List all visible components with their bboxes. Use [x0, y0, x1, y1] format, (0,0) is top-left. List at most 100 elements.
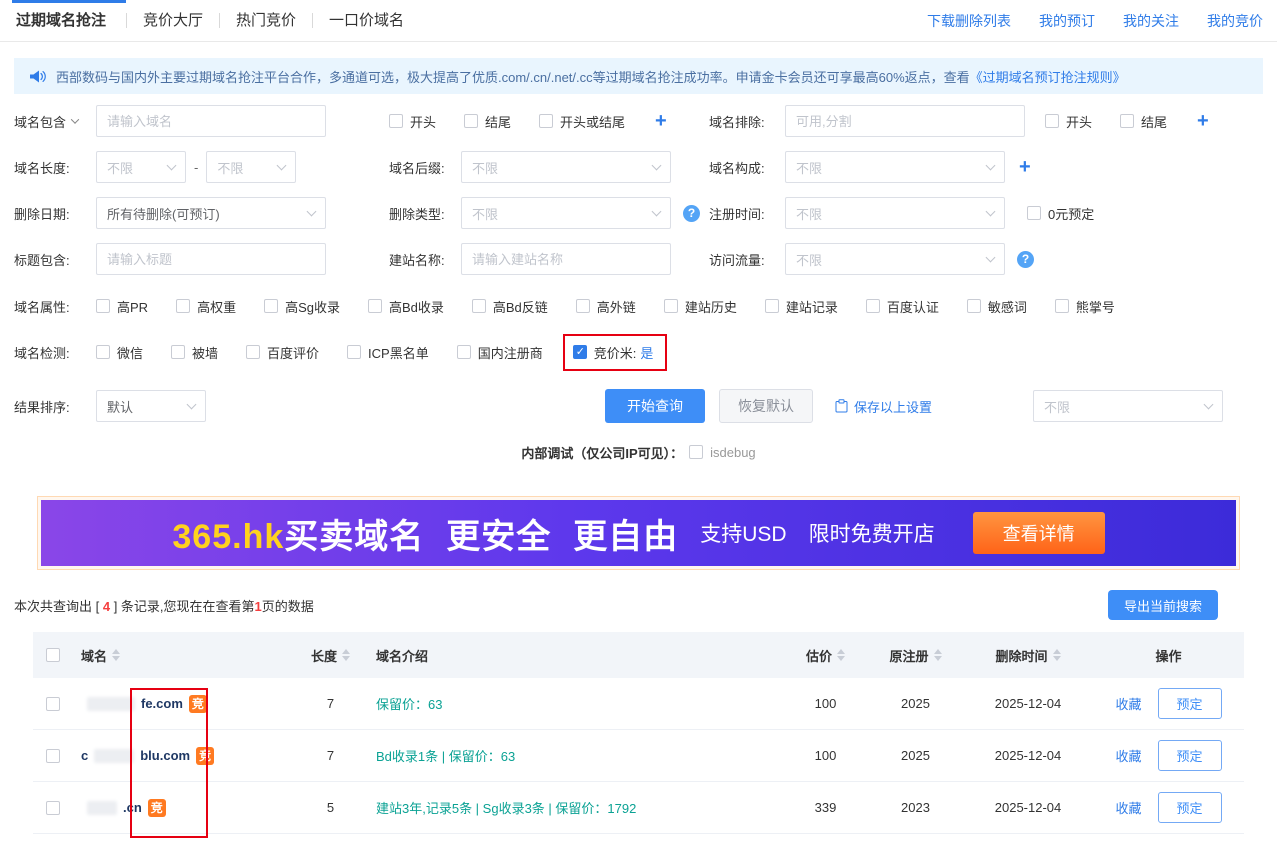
domain-contain-input[interactable]	[96, 105, 326, 137]
filter-row-detect: 域名检测: 微信 被墙 百度评价 ICP黑名单 国内注册商 竞价米: 是	[14, 326, 1263, 378]
checkbox-box	[368, 299, 382, 313]
select-all-checkbox[interactable]	[46, 648, 60, 662]
domain-cell[interactable]: .cn 竞	[73, 799, 293, 817]
search-button[interactable]: 开始查询	[605, 389, 705, 423]
notice-rules-link[interactable]: 《过期域名预订抢注规则》	[970, 67, 1126, 86]
checkbox-blocked[interactable]: 被墙	[171, 343, 218, 362]
add-compose-condition-icon[interactable]	[1019, 157, 1031, 177]
reset-button[interactable]: 恢复默认	[719, 389, 813, 423]
reg-time-select[interactable]: 不限	[785, 197, 1005, 229]
sort-icon[interactable]	[837, 649, 845, 661]
price-cell: 100	[783, 696, 868, 711]
favorite-link[interactable]: 收藏	[1115, 694, 1141, 713]
actions-cell: 收藏 预定	[1093, 740, 1244, 771]
checkbox-high-extlink[interactable]: 高外链	[576, 297, 636, 316]
domain-cell[interactable]: fe.com 竞	[73, 695, 293, 713]
actions-cell: 收藏 预定	[1093, 792, 1244, 823]
checkbox-isdebug[interactable]: isdebug	[689, 445, 756, 460]
checkbox-label: 高Sg收录	[285, 297, 340, 316]
traffic-select[interactable]: 不限	[785, 243, 1005, 275]
summary-count: 4	[103, 599, 110, 614]
save-settings-link[interactable]: 保存以上设置	[835, 397, 932, 416]
checkbox-high-sg-index[interactable]: 高Sg收录	[264, 297, 340, 316]
checkbox-sensitive-word[interactable]: 敏感词	[967, 297, 1027, 316]
sort-icon[interactable]	[1053, 649, 1061, 661]
checkbox-zero-yuan-reserve[interactable]: 0元预定	[1027, 204, 1094, 223]
delete-type-help-icon[interactable]	[683, 205, 700, 222]
reserve-button[interactable]: 预定	[1158, 792, 1222, 823]
checkbox-baidu-verified[interactable]: 百度认证	[866, 297, 939, 316]
add-contain-condition-icon[interactable]	[655, 111, 667, 131]
suffix-select[interactable]: 不限	[461, 151, 671, 183]
checkbox-label: 开头	[410, 112, 436, 131]
domain-cell[interactable]: c blu.com 竞	[73, 747, 293, 765]
header-length[interactable]: 长度	[293, 646, 368, 665]
delete-type-select[interactable]: 不限	[461, 197, 671, 229]
header-registered[interactable]: 原注册	[868, 646, 963, 665]
checkbox-domestic-registrar[interactable]: 国内注册商	[457, 343, 543, 362]
tab-buy-now-domains[interactable]: 一口价域名	[313, 0, 420, 42]
reserve-button[interactable]: 预定	[1158, 688, 1222, 719]
checkbox-high-bd-backlink[interactable]: 高Bd反链	[472, 297, 548, 316]
checkbox-exclude-starts[interactable]: 开头	[1045, 112, 1092, 131]
header-delete-time[interactable]: 删除时间	[963, 646, 1093, 665]
checkbox-ends-with[interactable]: 结尾	[464, 112, 511, 131]
checkbox-jingjiami[interactable]: 竞价米: 是	[573, 343, 654, 362]
checkbox-site-record[interactable]: 建站记录	[765, 297, 838, 316]
tab-hot-auctions[interactable]: 热门竞价	[220, 0, 312, 42]
results-summary: 本次共查询出 [ 4 ] 条记录,您现在在查看第1页的数据	[14, 596, 314, 615]
export-search-button[interactable]: 导出当前搜索	[1108, 590, 1218, 620]
header-domain[interactable]: 域名	[73, 646, 293, 665]
checkbox-baidu-rating[interactable]: 百度评价	[246, 343, 319, 362]
checkbox-high-pr[interactable]: 高PR	[96, 297, 148, 316]
banner-tag-safe: 更安全	[446, 509, 551, 558]
auction-badge: 竞	[196, 747, 214, 765]
compose-select[interactable]: 不限	[785, 151, 1005, 183]
sort-label: 结果排序:	[14, 397, 96, 416]
chevron-down-icon	[1204, 400, 1214, 410]
checkbox-exclude-ends[interactable]: 结尾	[1120, 112, 1167, 131]
length-to-select[interactable]: 不限	[206, 151, 296, 183]
row-checkbox[interactable]	[46, 749, 60, 763]
checkbox-high-weight[interactable]: 高权重	[176, 297, 236, 316]
link-my-bids[interactable]: 我的竞价	[1207, 11, 1263, 31]
checkbox-high-bd-index[interactable]: 高Bd收录	[368, 297, 444, 316]
checkbox-starts-or-ends[interactable]: 开头或结尾	[539, 112, 625, 131]
banner-cta-button[interactable]: 查看详情	[973, 512, 1105, 554]
reserve-button[interactable]: 预定	[1158, 740, 1222, 771]
extra-filter-select[interactable]: 不限	[1033, 390, 1223, 422]
checkbox-label: 国内注册商	[478, 343, 543, 362]
sort-icon[interactable]	[934, 649, 942, 661]
contain-label-dropdown[interactable]: 域名包含	[14, 112, 96, 131]
favorite-link[interactable]: 收藏	[1115, 746, 1141, 765]
checkbox-starts-with[interactable]: 开头	[389, 112, 436, 131]
favorite-link[interactable]: 收藏	[1115, 798, 1141, 817]
link-my-reservations[interactable]: 我的预订	[1039, 11, 1095, 31]
checkbox-wechat[interactable]: 微信	[96, 343, 143, 362]
row-checkbox[interactable]	[46, 801, 60, 815]
tab-auction-hall[interactable]: 竞价大厅	[127, 0, 219, 42]
delete-date-select[interactable]: 所有待删除(可预订)	[96, 197, 326, 229]
checkbox-site-history[interactable]: 建站历史	[664, 297, 737, 316]
length-from-select[interactable]: 不限	[96, 151, 186, 183]
domain-exclude-input[interactable]	[785, 105, 1025, 137]
checkbox-icp-blacklist[interactable]: ICP黑名单	[347, 343, 429, 362]
price-cell: 100	[783, 748, 868, 763]
tab-expired-domains[interactable]: 过期域名抢注	[14, 0, 126, 42]
row-checkbox[interactable]	[46, 697, 60, 711]
title-contain-input[interactable]	[96, 243, 326, 275]
checkbox-xiongzhang[interactable]: 熊掌号	[1055, 297, 1115, 316]
traffic-help-icon[interactable]	[1017, 251, 1034, 268]
link-download-delete-list[interactable]: 下载删除列表	[927, 11, 1011, 31]
checkbox-label: 百度评价	[267, 343, 319, 362]
header-price[interactable]: 估价	[783, 646, 868, 665]
sort-icon[interactable]	[112, 649, 120, 661]
sort-select[interactable]: 默认	[96, 390, 206, 422]
site-name-input[interactable]	[461, 243, 671, 275]
add-exclude-condition-icon[interactable]	[1197, 111, 1209, 131]
contain-label: 域名包含	[14, 112, 66, 131]
promo-banner[interactable]: 365.hk买卖域名 更安全 更自由 支持USD 限时免费开店 查看详情	[37, 496, 1240, 570]
sort-icon[interactable]	[342, 649, 350, 661]
link-my-follows[interactable]: 我的关注	[1123, 11, 1179, 31]
save-icon	[835, 399, 848, 413]
